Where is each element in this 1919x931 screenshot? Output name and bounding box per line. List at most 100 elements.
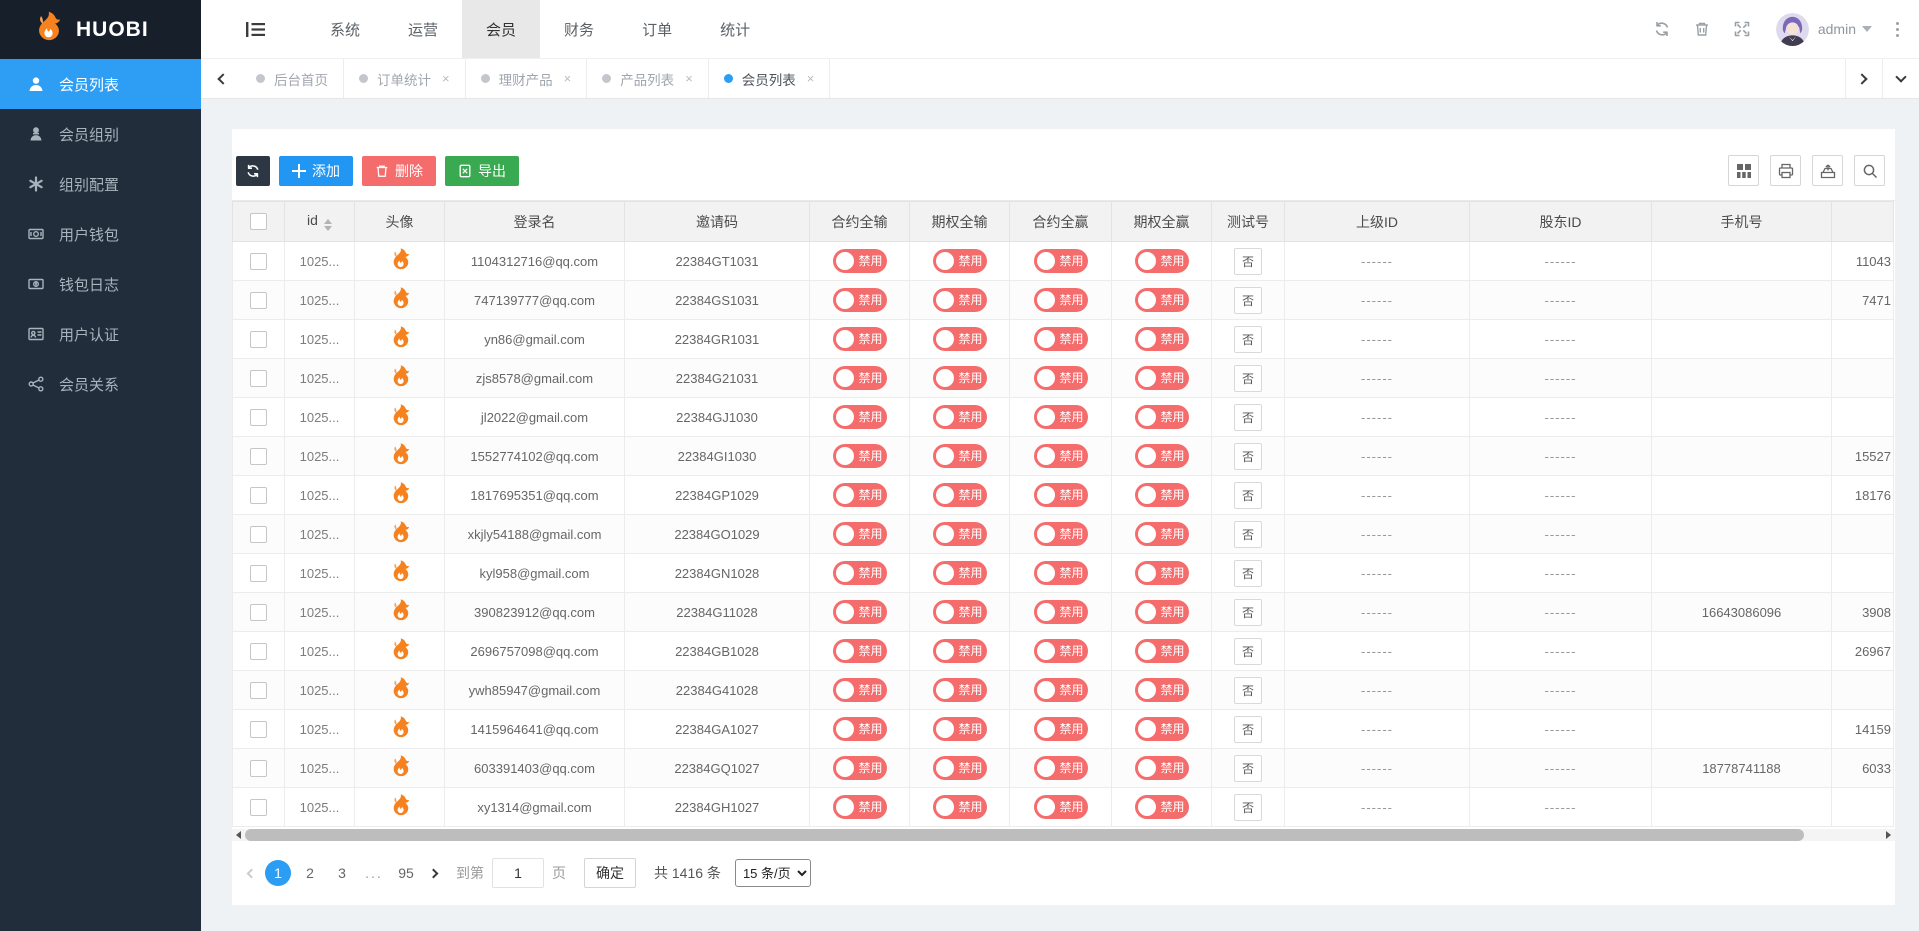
status-toggle[interactable]: 禁用 xyxy=(1135,483,1189,507)
status-toggle[interactable]: 禁用 xyxy=(933,561,987,585)
status-toggle[interactable]: 禁用 xyxy=(1034,717,1088,741)
test-flag-button[interactable]: 否 xyxy=(1234,599,1262,626)
status-toggle[interactable]: 禁用 xyxy=(933,678,987,702)
status-toggle[interactable]: 禁用 xyxy=(1034,288,1088,312)
print-icon[interactable] xyxy=(1770,155,1801,186)
test-flag-button[interactable]: 否 xyxy=(1234,287,1262,314)
tab-0[interactable]: 后台首页 xyxy=(241,59,344,98)
status-toggle[interactable]: 禁用 xyxy=(1034,249,1088,273)
sort-icon[interactable] xyxy=(324,219,332,231)
sidebar-item-6[interactable]: 会员关系 xyxy=(0,359,201,409)
status-toggle[interactable]: 禁用 xyxy=(833,795,887,819)
tab-2[interactable]: 理财产品 × xyxy=(466,59,588,98)
status-toggle[interactable]: 禁用 xyxy=(933,327,987,351)
status-toggle[interactable]: 禁用 xyxy=(1034,678,1088,702)
status-toggle[interactable]: 禁用 xyxy=(1135,327,1189,351)
nav-item-0[interactable]: 系统 xyxy=(306,0,384,58)
test-flag-button[interactable]: 否 xyxy=(1234,560,1262,587)
status-toggle[interactable]: 禁用 xyxy=(833,444,887,468)
sidebar-item-3[interactable]: 用户钱包 xyxy=(0,209,201,259)
goto-page-input[interactable] xyxy=(492,858,544,888)
user-avatar[interactable] xyxy=(1776,13,1809,46)
row-checkbox[interactable] xyxy=(250,526,267,543)
test-flag-button[interactable]: 否 xyxy=(1234,677,1262,704)
status-toggle[interactable]: 禁用 xyxy=(1034,600,1088,624)
tab-close-icon[interactable]: × xyxy=(442,71,450,86)
status-toggle[interactable]: 禁用 xyxy=(1135,756,1189,780)
search-icon[interactable] xyxy=(1854,155,1885,186)
test-flag-button[interactable]: 否 xyxy=(1234,443,1262,470)
tab-close-icon[interactable]: × xyxy=(564,71,572,86)
tab-close-icon[interactable]: × xyxy=(685,71,693,86)
test-flag-button[interactable]: 否 xyxy=(1234,638,1262,665)
fullscreen-icon[interactable] xyxy=(1722,9,1762,49)
scrollbar-thumb[interactable] xyxy=(245,829,1804,841)
status-toggle[interactable]: 禁用 xyxy=(1135,522,1189,546)
test-flag-button[interactable]: 否 xyxy=(1234,326,1262,353)
status-toggle[interactable]: 禁用 xyxy=(833,483,887,507)
confirm-button[interactable]: 确定 xyxy=(584,858,636,888)
prev-page-button[interactable] xyxy=(236,860,262,886)
status-toggle[interactable]: 禁用 xyxy=(1135,795,1189,819)
sidebar-item-5[interactable]: 用户认证 xyxy=(0,309,201,359)
status-toggle[interactable]: 禁用 xyxy=(1135,717,1189,741)
row-checkbox[interactable] xyxy=(250,409,267,426)
nav-item-4[interactable]: 订单 xyxy=(618,0,696,58)
tab-1[interactable]: 订单统计 × xyxy=(344,59,466,98)
page-button-3[interactable]: 3 xyxy=(329,860,355,886)
status-toggle[interactable]: 禁用 xyxy=(1034,756,1088,780)
export-button[interactable]: 导出 xyxy=(445,156,519,186)
status-toggle[interactable]: 禁用 xyxy=(833,756,887,780)
status-toggle[interactable]: 禁用 xyxy=(1034,405,1088,429)
next-page-button[interactable] xyxy=(422,860,448,886)
status-toggle[interactable]: 禁用 xyxy=(833,639,887,663)
status-toggle[interactable]: 禁用 xyxy=(833,327,887,351)
username-label[interactable]: admin xyxy=(1818,21,1856,37)
status-toggle[interactable]: 禁用 xyxy=(1034,366,1088,390)
status-toggle[interactable]: 禁用 xyxy=(1034,795,1088,819)
tab-3[interactable]: 产品列表 × xyxy=(587,59,709,98)
status-toggle[interactable]: 禁用 xyxy=(1034,522,1088,546)
status-toggle[interactable]: 禁用 xyxy=(933,288,987,312)
status-toggle[interactable]: 禁用 xyxy=(833,405,887,429)
row-checkbox[interactable] xyxy=(250,331,267,348)
horizontal-scrollbar[interactable] xyxy=(232,829,1895,841)
brand-logo[interactable]: HUOBI xyxy=(0,0,201,59)
page-button-1[interactable]: 1 xyxy=(265,860,291,886)
nav-item-1[interactable]: 运营 xyxy=(384,0,462,58)
status-toggle[interactable]: 禁用 xyxy=(833,366,887,390)
test-flag-button[interactable]: 否 xyxy=(1234,794,1262,821)
status-toggle[interactable]: 禁用 xyxy=(1135,678,1189,702)
tabs-scroll-left-button[interactable] xyxy=(201,59,241,98)
status-toggle[interactable]: 禁用 xyxy=(1135,639,1189,663)
nav-item-2[interactable]: 会员 xyxy=(462,0,540,58)
row-checkbox[interactable] xyxy=(250,487,267,504)
status-toggle[interactable]: 禁用 xyxy=(933,639,987,663)
tabs-menu-button[interactable] xyxy=(1882,59,1919,98)
select-all-checkbox[interactable] xyxy=(250,213,267,230)
test-flag-button[interactable]: 否 xyxy=(1234,365,1262,392)
status-toggle[interactable]: 禁用 xyxy=(1135,600,1189,624)
row-checkbox[interactable] xyxy=(250,682,267,699)
status-toggle[interactable]: 禁用 xyxy=(933,756,987,780)
row-checkbox[interactable] xyxy=(250,448,267,465)
status-toggle[interactable]: 禁用 xyxy=(933,795,987,819)
status-toggle[interactable]: 禁用 xyxy=(1135,249,1189,273)
tab-close-icon[interactable]: × xyxy=(807,71,815,86)
row-checkbox[interactable] xyxy=(250,370,267,387)
status-toggle[interactable]: 禁用 xyxy=(933,600,987,624)
status-toggle[interactable]: 禁用 xyxy=(1034,483,1088,507)
per-page-select[interactable]: 15 条/页 xyxy=(735,859,811,887)
status-toggle[interactable]: 禁用 xyxy=(1034,561,1088,585)
add-button[interactable]: 添加 xyxy=(279,156,353,186)
status-toggle[interactable]: 禁用 xyxy=(933,444,987,468)
status-toggle[interactable]: 禁用 xyxy=(833,600,887,624)
status-toggle[interactable]: 禁用 xyxy=(933,366,987,390)
status-toggle[interactable]: 禁用 xyxy=(933,522,987,546)
test-flag-button[interactable]: 否 xyxy=(1234,755,1262,782)
page-button-2[interactable]: 2 xyxy=(297,860,323,886)
sidebar-item-2[interactable]: 组别配置 xyxy=(0,159,201,209)
test-flag-button[interactable]: 否 xyxy=(1234,482,1262,509)
refresh-icon[interactable] xyxy=(1642,9,1682,49)
status-toggle[interactable]: 禁用 xyxy=(1135,366,1189,390)
